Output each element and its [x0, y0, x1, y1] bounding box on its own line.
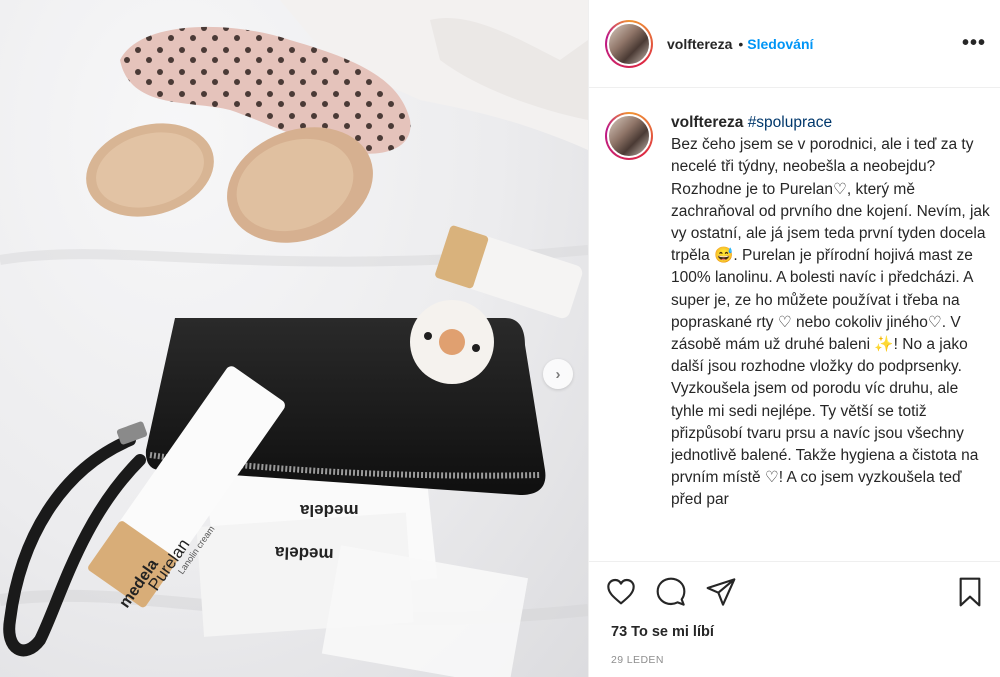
heart-icon[interactable]	[605, 576, 637, 608]
caption-hashtag[interactable]: #spoluprace	[748, 114, 832, 131]
more-options-icon[interactable]: •••	[962, 32, 986, 55]
follow-button[interactable]: Sledování	[747, 36, 813, 52]
comment-icon[interactable]	[655, 576, 687, 608]
caption-avatar[interactable]	[605, 112, 653, 160]
post-image[interactable]: medela Purelan Lanolin cream medela mede…	[0, 0, 588, 677]
header-username[interactable]: volftereza	[667, 36, 732, 52]
pad-brand-label-2: medela	[274, 542, 334, 565]
pad-brand-label: medela	[300, 501, 359, 520]
next-image-button[interactable]: ›	[543, 359, 573, 389]
caption: volftereza #spoluprace Bez čeho jsem se …	[605, 112, 990, 558]
paper-plane-icon[interactable]	[705, 576, 737, 608]
avatar[interactable]	[605, 19, 653, 68]
likes-count[interactable]: 73 To se mi líbí	[611, 624, 714, 640]
post-photo-illustration	[0, 0, 588, 677]
post-header: volftereza • Sledování •••	[589, 0, 1000, 88]
caption-username[interactable]: volftereza	[671, 114, 743, 131]
separator-dot: •	[738, 35, 744, 52]
caption-text: Bez čeho jsem se v porodnici, ale i teď …	[671, 136, 990, 509]
caption-body: volftereza #spoluprace Bez čeho jsem se …	[671, 112, 990, 558]
chevron-right-icon: ›	[555, 365, 561, 383]
action-bar	[605, 576, 737, 608]
post-side-panel: volftereza • Sledování ••• volftereza #s…	[588, 0, 1000, 677]
bookmark-icon[interactable]	[954, 576, 986, 608]
post-footer: 73 To se mi líbí 29 LEDEN	[589, 561, 1000, 677]
post-date[interactable]: 29 LEDEN	[611, 654, 664, 666]
